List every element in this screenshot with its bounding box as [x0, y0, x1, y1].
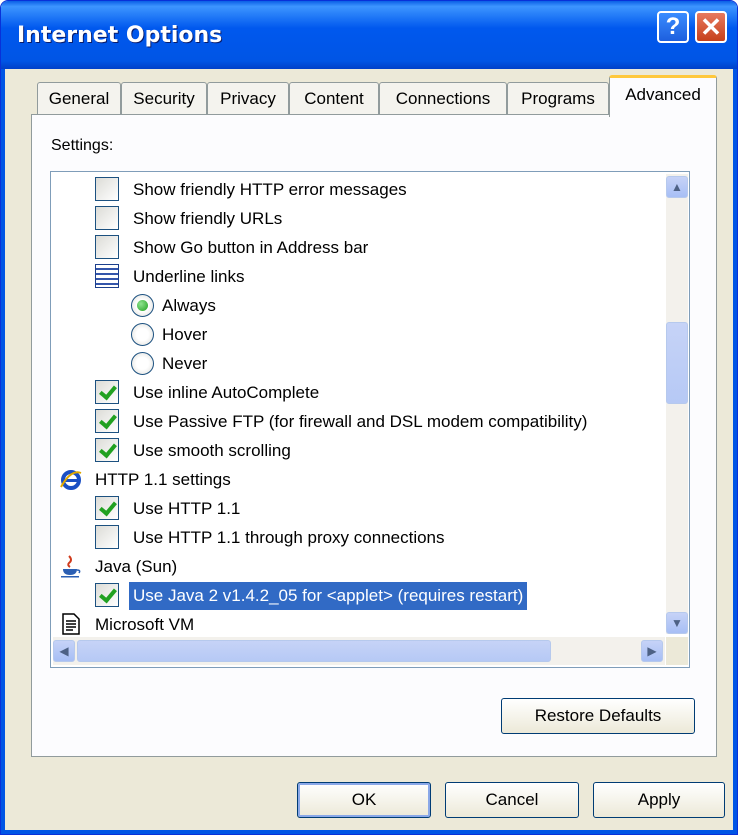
window-title: Internet Options — [17, 23, 223, 48]
tab-advanced[interactable]: Advanced — [609, 75, 717, 117]
checkbox[interactable] — [95, 235, 119, 259]
horizontal-scroll-thumb[interactable] — [77, 640, 551, 662]
setting-label: Use Passive FTP (for firewall and DSL mo… — [133, 412, 588, 431]
radio-button[interactable] — [131, 294, 154, 317]
setting-label: Show friendly URLs — [133, 209, 283, 228]
tab-content[interactable]: Content — [289, 82, 379, 116]
ie-icon — [60, 470, 82, 490]
window-frame-left — [1, 69, 5, 834]
setting-label: Show friendly HTTP error messages — [133, 180, 407, 199]
setting-label: Use smooth scrolling — [133, 441, 291, 460]
setting-label: Use HTTP 1.1 — [133, 499, 241, 518]
setting-label: Use HTTP 1.1 through proxy connections — [133, 528, 445, 547]
vertical-scrollbar[interactable]: ▲ ▼ — [666, 174, 688, 634]
settings-label: Settings: — [51, 137, 114, 154]
window-frame-right — [733, 69, 737, 834]
checkbox[interactable] — [95, 206, 119, 230]
title-bar[interactable]: Internet Options ? ✕ — [1, 1, 737, 69]
help-button[interactable]: ? — [657, 11, 689, 43]
checkbox[interactable] — [95, 380, 119, 404]
scroll-corner — [666, 637, 688, 665]
checkbox[interactable] — [95, 525, 119, 549]
radio-label: Always — [162, 296, 216, 315]
setting-label-selected: Use Java 2 v1.4.2_05 for <applet> (requi… — [129, 582, 528, 610]
radio-button[interactable] — [131, 352, 154, 375]
ok-button[interactable]: OK — [297, 782, 431, 818]
scroll-left-icon[interactable]: ◀ — [53, 640, 75, 662]
checkbox[interactable] — [95, 583, 119, 607]
horizontal-scrollbar[interactable]: ◀ ▶ — [53, 637, 665, 665]
java-icon — [61, 555, 81, 578]
restore-defaults-button[interactable]: Restore Defaults — [501, 698, 695, 734]
list-icon — [95, 264, 119, 288]
apply-button[interactable]: Apply — [593, 782, 725, 818]
tab-connections[interactable]: Connections — [379, 82, 507, 116]
checkbox[interactable] — [95, 496, 119, 520]
radio-label: Hover — [162, 325, 208, 344]
group-label: Underline links — [133, 267, 245, 286]
internet-options-dialog: Internet Options ? ✕ General Security Pr… — [0, 0, 738, 835]
radio-button[interactable] — [131, 323, 154, 346]
document-icon — [62, 613, 80, 635]
checkbox[interactable] — [95, 409, 119, 433]
tab-privacy[interactable]: Privacy — [207, 82, 289, 116]
setting-label: Use inline AutoComplete — [133, 383, 320, 402]
group-label: Microsoft VM — [95, 615, 195, 634]
window-frame-bottom — [1, 830, 737, 834]
tab-security[interactable]: Security — [121, 82, 207, 116]
tab-programs[interactable]: Programs — [507, 82, 609, 116]
group-label: HTTP 1.1 settings — [95, 470, 231, 489]
radio-label: Never — [162, 354, 208, 373]
scroll-right-icon[interactable]: ▶ — [641, 640, 663, 662]
scroll-down-icon[interactable]: ▼ — [666, 612, 688, 634]
settings-list[interactable]: Show friendly HTTP error messages Show f… — [50, 171, 690, 668]
checkbox[interactable] — [95, 177, 119, 201]
setting-label: Show Go button in Address bar — [133, 238, 369, 257]
scroll-up-icon[interactable]: ▲ — [666, 176, 688, 198]
close-button[interactable]: ✕ — [695, 11, 727, 43]
checkbox[interactable] — [95, 438, 119, 462]
group-label: Java (Sun) — [95, 557, 178, 576]
tab-general[interactable]: General — [37, 82, 121, 116]
vertical-scroll-thumb[interactable] — [666, 322, 688, 404]
cancel-button[interactable]: Cancel — [445, 782, 579, 818]
